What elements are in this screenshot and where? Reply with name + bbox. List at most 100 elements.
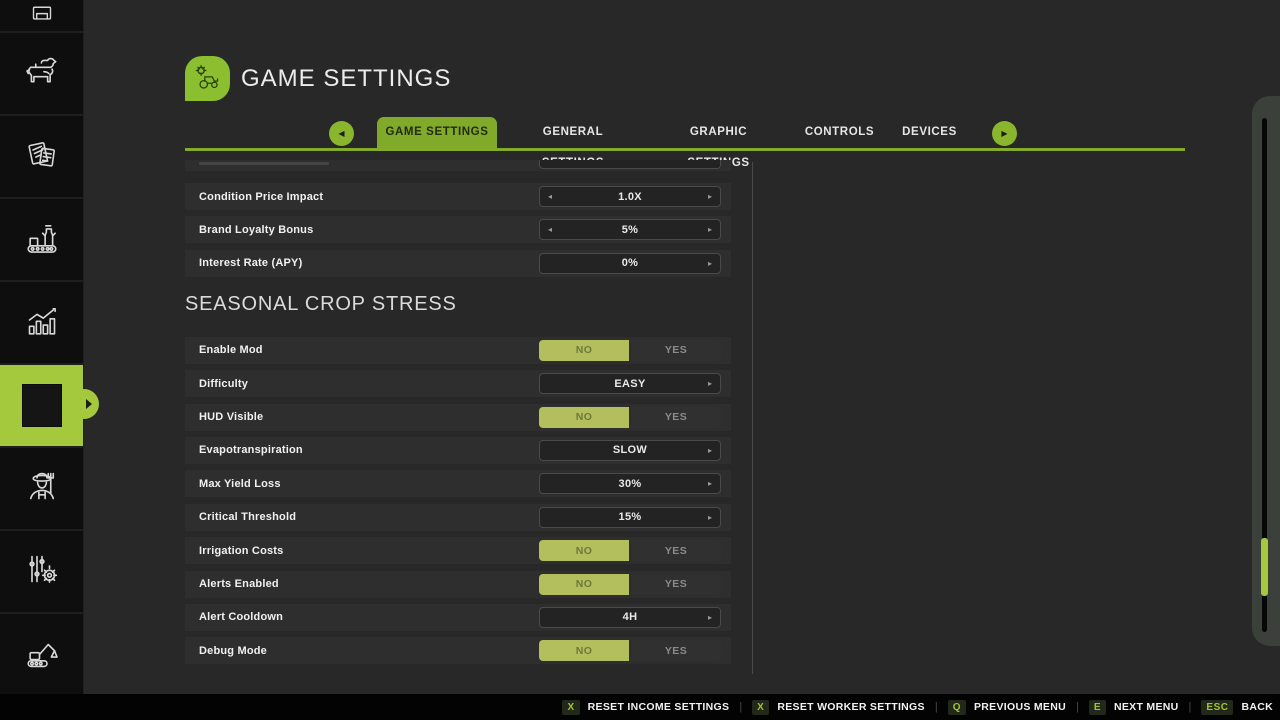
stepper-increase-arrow-icon[interactable]: ▸: [708, 608, 712, 627]
toggle-debug-mode[interactable]: NOYES: [539, 640, 721, 661]
footer-action-next-menu[interactable]: ENEXT MENU: [1089, 700, 1179, 715]
footer-divider: |: [1189, 701, 1192, 713]
footer-action-label: RESET WORKER SETTINGS: [777, 701, 924, 713]
tabs-next-button[interactable]: ▶: [992, 121, 1017, 146]
tab-devices[interactable]: DEVICES: [889, 117, 970, 148]
toggle-option-no[interactable]: NO: [539, 574, 629, 595]
stepper-brand-loyalty-bonus[interactable]: ◂ 5% ▸: [539, 219, 721, 240]
shed-icon: [25, 7, 59, 25]
setting-row-enable-mod: Enable Mod NOYES: [185, 337, 731, 364]
footer-action-previous-menu[interactable]: QPREVIOUS MENU: [948, 700, 1066, 715]
toggle-enable-mod[interactable]: NOYES: [539, 340, 721, 361]
arrow-left-icon: ◀: [338, 129, 344, 138]
toggle-option-yes[interactable]: YES: [631, 407, 721, 428]
stepper-increase-arrow-icon[interactable]: ▸: [708, 374, 712, 393]
section-title-seasonal-crop-stress: SEASONAL CROP STRESS: [185, 285, 731, 325]
sidebar-item-production[interactable]: [0, 199, 83, 280]
toggle-option-yes[interactable]: YES: [631, 574, 721, 595]
excavator-icon: [22, 632, 62, 677]
setting-row-hud-visible: HUD VisibleNOYES: [185, 404, 731, 431]
tab-general-settings[interactable]: GENERAL SETTINGS: [513, 117, 633, 148]
setting-label: Max Yield Loss: [199, 478, 281, 490]
toggle-option-yes[interactable]: YES: [631, 340, 721, 361]
sidebar-item-contracts[interactable]: [0, 116, 83, 197]
tab-graphic-settings[interactable]: GRAPHIC SETTINGS: [658, 117, 779, 148]
footer-divider: |: [1076, 701, 1079, 713]
sidebar: [0, 0, 84, 694]
clipped-label: [199, 162, 329, 165]
tab-game-settings[interactable]: GAME SETTINGS: [377, 117, 497, 148]
setting-label: Irrigation Costs: [199, 545, 284, 557]
stepper-condition-price-impact[interactable]: ◂ 1.0X ▸: [539, 186, 721, 207]
stepper-increase-arrow-icon[interactable]: ▸: [708, 441, 712, 460]
toggle-hud-visible[interactable]: NOYES: [539, 407, 721, 428]
footer-action-reset-income-settings[interactable]: X RESET INCOME SETTINGS: [562, 700, 729, 715]
stepper-alert-cooldown[interactable]: 4H ▸: [539, 607, 721, 628]
stepper-value: 0%: [622, 257, 639, 269]
stepper-value: 30%: [619, 478, 642, 490]
toggle-irrigation-costs[interactable]: NOYES: [539, 540, 721, 561]
sidebar-item-animals[interactable]: [0, 33, 83, 114]
stepper-increase-arrow-icon[interactable]: ▸: [708, 474, 712, 493]
footer-action-back[interactable]: ESCBACK: [1201, 700, 1273, 715]
stepper-value: 4H: [623, 611, 638, 623]
stepper-decrease-arrow-icon[interactable]: ◂: [548, 187, 552, 206]
sidebar-item-statistics[interactable]: [0, 282, 83, 363]
sliders-gear-icon: [22, 549, 62, 594]
page-scrollbar: [1252, 96, 1280, 646]
stepper-value: 1.0X: [618, 191, 642, 203]
key-hint-x: X: [562, 700, 579, 715]
stepper-evapotranspiration[interactable]: SLOW▸: [539, 440, 721, 461]
setting-row-interest-rate-apy: Interest Rate (APY) 0% ▸: [185, 250, 731, 277]
setting-label: Brand Loyalty Bonus: [199, 224, 313, 236]
stepper-increase-arrow-icon[interactable]: ▸: [708, 187, 712, 206]
chart-icon: [22, 300, 62, 345]
toggle-option-no[interactable]: NO: [539, 640, 629, 661]
sidebar-item-farmer[interactable]: [0, 448, 83, 529]
settings-list: Condition Price Impact◂1.0X▸Brand Loyalt…: [185, 160, 731, 671]
toggle-option-yes[interactable]: YES: [631, 540, 721, 561]
footer-action-label: RESET INCOME SETTINGS: [588, 701, 730, 713]
toggle-option-yes[interactable]: YES: [631, 640, 721, 661]
sidebar-item-construction[interactable]: [0, 614, 83, 694]
toggle-alerts-enabled[interactable]: NOYES: [539, 574, 721, 595]
stepper-interest-rate-apy[interactable]: 0% ▸: [539, 253, 721, 274]
setting-label: Condition Price Impact: [199, 191, 323, 203]
key-hint-q: Q: [948, 700, 966, 715]
arrow-right-icon: ▶: [1001, 129, 1007, 138]
tab-controls[interactable]: CONTROLS: [799, 117, 880, 148]
footer-divider: |: [739, 701, 742, 713]
footer-divider: |: [935, 701, 938, 713]
toggle-option-no[interactable]: NO: [539, 540, 629, 561]
sidebar-item-tuning[interactable]: [0, 531, 83, 612]
setting-row-alerts-enabled: Alerts EnabledNOYES: [185, 571, 731, 598]
page-title: GAME SETTINGS: [241, 65, 451, 93]
setting-row-irrigation-costs: Irrigation Costs NOYES: [185, 537, 731, 564]
stepper-value: EASY: [614, 378, 645, 390]
stepper-max-yield-loss[interactable]: 30% ▸: [539, 473, 721, 494]
sidebar-item-garage[interactable]: [0, 0, 83, 31]
footer-action-reset-worker-settings[interactable]: XRESET WORKER SETTINGS: [752, 700, 925, 715]
scrollbar-thumb[interactable]: [1261, 538, 1268, 596]
stepper-critical-threshold[interactable]: 15% ▸: [539, 507, 721, 528]
stepper-value: 5%: [622, 224, 639, 236]
farmer-icon: [22, 466, 62, 511]
setting-label: Interest Rate (APY): [199, 257, 302, 269]
setting-row-critical-threshold: Critical Threshold15%▸: [185, 504, 731, 531]
tabs-prev-button[interactable]: ◀: [329, 121, 354, 146]
game-settings-icon: [185, 56, 230, 101]
clipped-stepper: [539, 160, 721, 169]
toggle-option-no[interactable]: NO: [539, 407, 629, 428]
setting-row-brand-loyalty-bonus: Brand Loyalty Bonus ◂ 5% ▸: [185, 216, 731, 243]
setting-label: Enable Mod: [199, 344, 263, 356]
stepper-increase-arrow-icon[interactable]: ▸: [708, 508, 712, 527]
stepper-decrease-arrow-icon[interactable]: ◂: [548, 220, 552, 239]
stepper-difficulty[interactable]: EASY ▸: [539, 373, 721, 394]
stepper-increase-arrow-icon[interactable]: ▸: [708, 220, 712, 239]
stepper-increase-arrow-icon[interactable]: ▸: [708, 254, 712, 273]
toggle-option-no[interactable]: NO: [539, 340, 629, 361]
setting-row-difficulty: DifficultyEASY▸: [185, 370, 731, 397]
key-hint-e: E: [1089, 700, 1106, 715]
setting-label: Alert Cooldown: [199, 611, 283, 623]
stepper-value: 15%: [619, 511, 642, 523]
